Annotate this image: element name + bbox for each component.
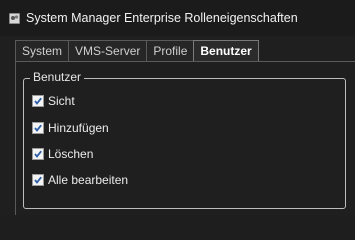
- check-icon: [34, 150, 42, 158]
- checkbox-alle-bearbeiten[interactable]: [32, 174, 44, 186]
- properties-window: System Manager Enterprise Rolleneigensch…: [0, 0, 355, 215]
- tab-benutzer[interactable]: Benutzer: [193, 40, 259, 62]
- tab-strip: System VMS-Server Profile Benutzer: [15, 40, 259, 62]
- option-hinzufuegen[interactable]: Hinzufügen: [32, 121, 109, 135]
- label-sicht: Sicht: [48, 94, 75, 108]
- check-icon: [34, 97, 42, 105]
- option-loeschen[interactable]: Löschen: [32, 147, 93, 161]
- checkbox-hinzufuegen[interactable]: [32, 122, 44, 134]
- group-legend: Benutzer: [30, 70, 85, 84]
- label-alle-bearbeiten: Alle bearbeiten: [48, 173, 129, 187]
- checkbox-sicht[interactable]: [32, 95, 44, 107]
- window-title: System Manager Enterprise Rolleneigensch…: [26, 11, 298, 25]
- option-sicht[interactable]: Sicht: [32, 94, 75, 108]
- title-bar[interactable]: System Manager Enterprise Rolleneigensch…: [0, 0, 355, 36]
- tab-profile[interactable]: Profile: [146, 40, 195, 61]
- checkbox-loeschen[interactable]: [32, 148, 44, 160]
- check-icon: [34, 124, 42, 132]
- tab-vms-server[interactable]: VMS-Server: [68, 40, 148, 61]
- label-loeschen: Löschen: [48, 147, 94, 161]
- tab-system[interactable]: System: [15, 40, 70, 61]
- label-hinzufuegen: Hinzufügen: [48, 121, 109, 135]
- option-alle-bearbeiten[interactable]: Alle bearbeiten: [32, 173, 128, 187]
- check-icon: [34, 176, 42, 184]
- app-icon: [9, 13, 20, 24]
